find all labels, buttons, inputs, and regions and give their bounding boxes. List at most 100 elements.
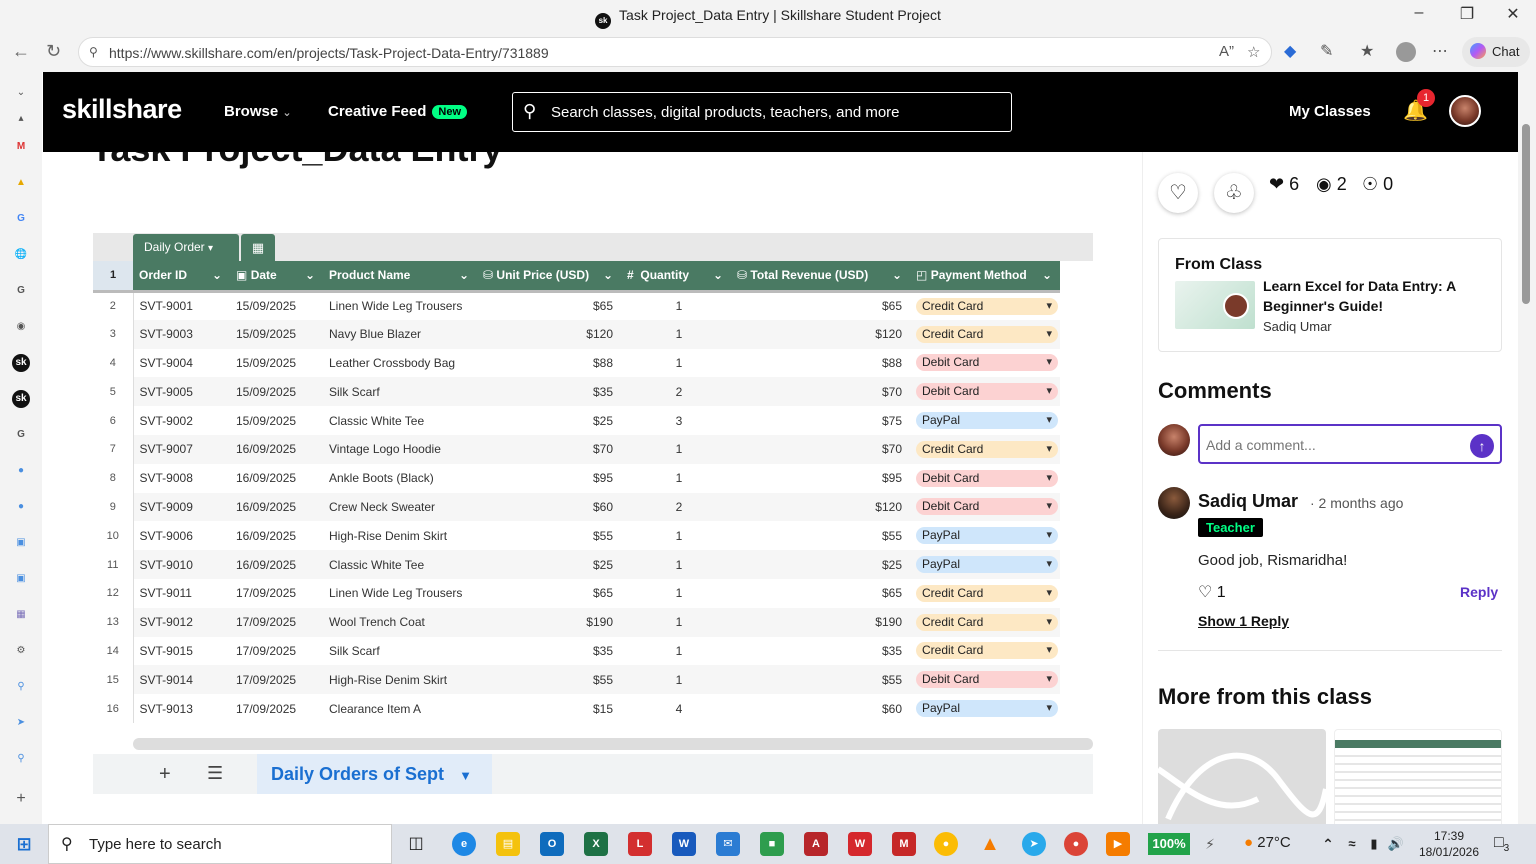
total-revenue-cell[interactable]: $70 [731,377,910,407]
read-aloud-icon[interactable]: A” [1219,43,1234,60]
payment-method-cell[interactable]: Credit Card [910,637,1060,666]
task-view-icon[interactable]: ◫ [404,832,428,856]
product-name-cell[interactable]: Silk Scarf [323,377,477,407]
payment-method-cell[interactable]: Credit Card [910,607,1060,637]
browse-menu[interactable]: Browse ⌄ [224,103,292,120]
quantity-cell[interactable]: 1 [621,349,731,378]
date-cell[interactable]: 17/09/2025 [230,637,323,666]
project-thumbnail[interactable] [1334,729,1502,824]
back-icon[interactable]: ← [12,41,30,62]
access-icon[interactable]: A [804,832,828,856]
google-icon[interactable]: G [12,282,30,300]
reply-link[interactable]: Reply [1460,584,1498,600]
comment-like-button[interactable]: ♡ 1 [1198,582,1226,602]
drive-icon[interactable]: ▲ [12,174,30,192]
restore-icon[interactable]: ❐ [1444,4,1490,24]
share-button[interactable]: ♧ [1214,173,1254,213]
column-header[interactable]: ⛁ Unit Price (USD) ⌄ [477,261,621,293]
edge-icon[interactable]: e [452,832,476,856]
sidebar-app-icon[interactable]: ● [12,498,30,516]
date-cell[interactable]: 16/09/2025 [230,434,323,464]
gmail-icon[interactable]: M [12,138,30,156]
quantity-cell[interactable]: 1 [621,550,731,579]
column-header[interactable]: # Quantity ⌄ [621,261,731,293]
telegram-icon[interactable]: ➤ [1022,832,1046,856]
row-number[interactable]: 6 [93,406,134,435]
total-revenue-cell[interactable]: $120 [731,492,910,522]
site-search-bar[interactable]: ⚲ Search classes, digital products, teac… [512,92,1012,132]
date-cell[interactable]: 17/09/2025 [230,665,323,695]
column-header[interactable]: ◰ Payment Method ⌄ [910,261,1060,293]
order-id-cell[interactable]: SVT-9012 [133,607,230,637]
product-name-cell[interactable]: Classic White Tee [323,550,477,579]
search-input[interactable]: Search classes, digital products, teache… [551,104,900,121]
user-avatar[interactable] [1449,95,1481,127]
unit-price-cell[interactable]: $25 [477,550,621,579]
chat-app-icon[interactable]: ■ [760,832,784,856]
total-revenue-cell[interactable]: $190 [731,607,910,637]
from-class-card[interactable]: From Class Learn Excel for Data Entry: A… [1158,238,1502,352]
product-name-cell[interactable]: High-Rise Denim Skirt [323,521,477,550]
globe-icon[interactable]: 🌐 [12,246,30,264]
total-revenue-cell[interactable]: $60 [731,694,910,723]
payment-method-cell[interactable]: Credit Card [910,579,1060,608]
refresh-icon[interactable]: ↻ [46,41,61,62]
product-name-cell[interactable]: Navy Blue Blazer [323,319,477,349]
unit-price-cell[interactable]: $55 [477,665,621,695]
order-id-cell[interactable]: SVT-9003 [133,319,230,349]
my-classes-link[interactable]: My Classes [1289,103,1371,120]
order-id-cell[interactable]: SVT-9014 [133,665,230,695]
more-menu-icon[interactable]: ⋯ [1432,41,1448,61]
unit-price-cell[interactable]: $15 [477,694,621,723]
product-name-cell[interactable]: Clearance Item A [323,694,477,723]
unit-price-cell[interactable]: $120 [477,319,621,349]
product-name-cell[interactable]: Linen Wide Leg Trousers [323,579,477,608]
skillshare-logo[interactable]: skillshare [62,94,182,125]
unit-price-cell[interactable]: $35 [477,637,621,666]
total-revenue-cell[interactable]: $65 [731,291,910,320]
copilot-chat-button[interactable]: Chat [1462,37,1530,67]
app-icon[interactable]: ▶ [1106,832,1130,856]
profile-avatar-icon[interactable] [1396,42,1416,62]
search-icon[interactable]: ⚲ [12,678,30,696]
payment-method-dropdown[interactable]: PayPal [916,700,1058,718]
all-sheets-menu-icon[interactable]: ☰ [207,763,223,784]
row-number[interactable]: 3 [93,319,134,349]
clock[interactable]: 17:39 18/01/2026 [1412,828,1486,860]
row-number[interactable]: 11 [93,550,134,579]
total-revenue-cell[interactable]: $65 [731,579,910,608]
volume-icon[interactable]: 🔊 [1384,832,1408,856]
creative-feed-link[interactable]: Creative Feed New [328,103,468,120]
weather-widget[interactable]: ● 27°C [1244,834,1291,851]
quantity-cell[interactable]: 1 [621,521,731,550]
vlc-icon[interactable]: ▲ [978,832,1002,856]
wifi-icon[interactable]: ≈ [1340,832,1364,856]
favorites-icon[interactable]: ★ [1360,41,1374,61]
like-heart-button[interactable]: ♡ [1158,173,1198,213]
date-cell[interactable]: 15/09/2025 [230,406,323,435]
quantity-cell[interactable]: 2 [621,377,731,407]
row-number[interactable]: 14 [93,636,134,666]
wps-icon[interactable]: W [848,832,872,856]
site-info-icon[interactable]: ⚲ [89,45,98,59]
address-bar[interactable]: ⚲ https://www.skillshare.com/en/projects… [78,37,1272,67]
payment-method-dropdown[interactable]: Credit Card [916,440,1058,458]
unit-price-cell[interactable]: $190 [477,607,621,637]
product-name-cell[interactable]: Classic White Tee [323,406,477,435]
product-name-cell[interactable]: Vintage Logo Hoodie [323,434,477,464]
google-icon[interactable]: G [12,210,30,228]
payment-method-cell[interactable]: PayPal [910,694,1060,723]
quantity-cell[interactable]: 1 [621,291,731,320]
quantity-cell[interactable]: 1 [621,434,731,464]
app-l-icon[interactable]: L [628,832,652,856]
payment-method-dropdown[interactable]: Debit Card [916,498,1058,516]
payment-method-dropdown[interactable]: PayPal [916,556,1058,574]
settings-icon[interactable]: ⚙ [12,642,30,660]
unit-price-cell[interactable]: $60 [477,492,621,522]
sidebar-app-icon[interactable]: ➤ [12,714,30,732]
shield-extension-icon[interactable]: ◆ [1284,41,1296,61]
excel-icon[interactable]: X [584,832,608,856]
order-id-cell[interactable]: SVT-9009 [133,492,230,522]
unit-price-cell[interactable]: $88 [477,349,621,378]
show-replies-link[interactable]: Show 1 Reply [1198,613,1289,629]
